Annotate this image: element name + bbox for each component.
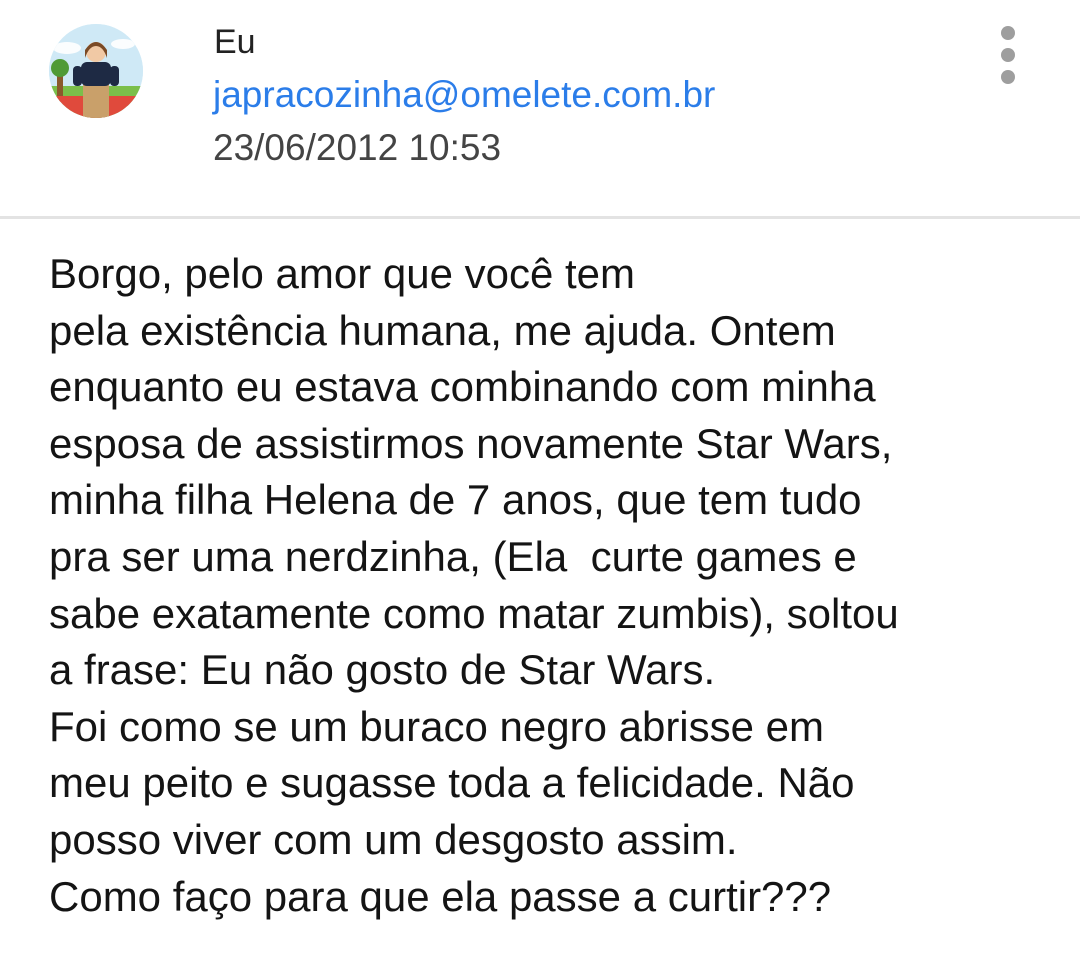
body-line: pela existência humana, me ajuda. Ontem xyxy=(49,306,836,354)
body-line: pra ser uma nerdzinha, (Ela curte games … xyxy=(49,532,857,580)
more-icon-dot xyxy=(1001,70,1015,84)
body-line: esposa de assistirmos novamente Star War… xyxy=(49,419,893,467)
body-line: posso viver com um desgosto assim. xyxy=(49,815,738,863)
body-line: Borgo, pelo amor que você tem xyxy=(49,250,635,297)
more-icon-dot xyxy=(1001,26,1015,40)
more-icon-dot xyxy=(1001,48,1015,62)
body-line: sabe exatamente como matar zumbis), solt… xyxy=(49,589,899,637)
sender-email-link[interactable]: japracozinha@omelete.com.br xyxy=(213,73,715,117)
header-divider xyxy=(0,216,1080,219)
message-body: Borgo, pelo amor que você tem pela exist… xyxy=(49,246,1059,925)
body-line: Como faço para que ela passe a curtir??? xyxy=(49,872,832,920)
body-line: Foi como se um buraco negro abrisse em xyxy=(49,702,825,750)
avatar-illustration xyxy=(49,24,143,118)
body-line: minha filha Helena de 7 anos, que tem tu… xyxy=(49,476,862,524)
sender-name: Eu xyxy=(214,23,256,61)
body-line: a frase: Eu não gosto de Star Wars. xyxy=(49,646,716,694)
body-line: meu peito e sugasse toda a felicidade. N… xyxy=(49,759,855,807)
sent-date: 23/06/2012 10:53 xyxy=(213,127,502,168)
body-line: enquanto eu estava combinando com minha xyxy=(49,363,876,411)
message-header: Eu japracozinha@omelete.com.br 23/06/201… xyxy=(0,0,1080,219)
more-options-button[interactable] xyxy=(988,22,1028,88)
sender-avatar[interactable] xyxy=(49,24,143,118)
